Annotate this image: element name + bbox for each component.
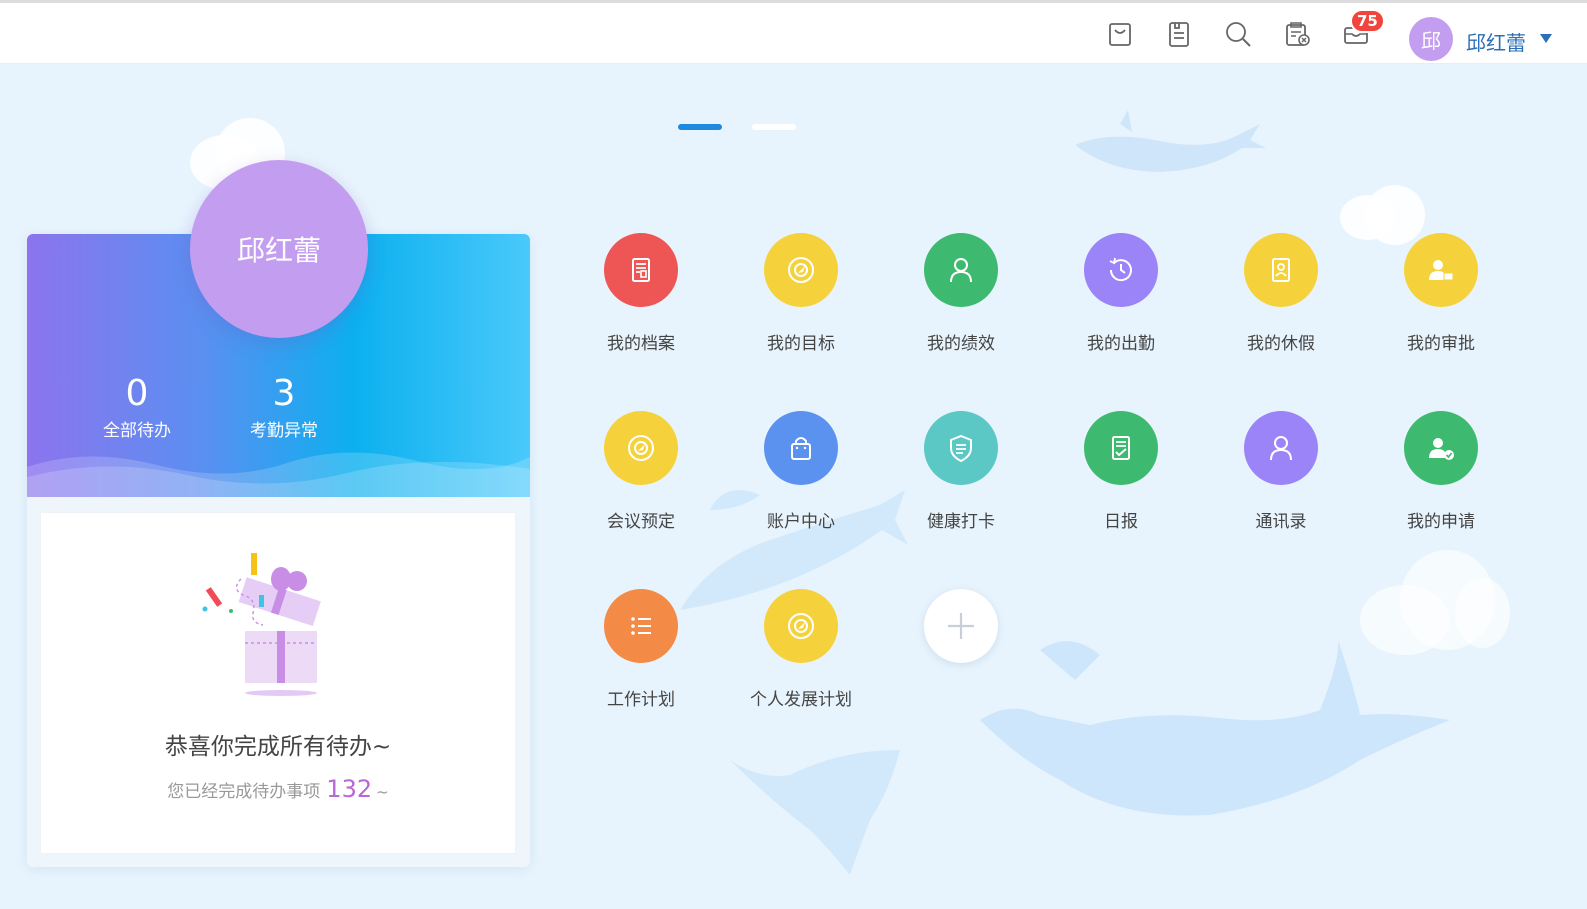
app-label: 我的出勤 [1087,334,1155,354]
app-item[interactable]: 个人发展计划 [721,589,881,710]
whale-illustration [730,750,900,875]
app-label: 会议预定 [607,512,675,532]
app-label: 我的档案 [607,334,675,354]
completed-todos-prefix: 您已经完成待办事项 [167,782,321,802]
health-shield-icon [924,411,998,485]
user-approval-icon [1404,233,1478,307]
app-label: 健康打卡 [927,512,995,532]
wave-decoration [27,452,530,497]
daily-report-icon [1084,411,1158,485]
user-avatar[interactable]: 邱 [1409,17,1453,61]
app-label: 个人发展计划 [750,690,852,710]
search-icon[interactable] [1222,16,1254,52]
leave-document-icon [1244,233,1318,307]
plus-icon [924,589,998,663]
whale-illustration [1075,110,1266,172]
app-label: 我的休假 [1247,334,1315,354]
stat-all-todos-value: 0 [125,373,149,414]
app-item[interactable]: 我的目标 [721,233,881,354]
app-item[interactable]: 账户中心 [721,411,881,532]
gift-box-illustration [202,553,321,696]
completed-todos-count: 132 [326,775,373,803]
app-item[interactable]: 我的出勤 [1041,233,1201,354]
app-label: 账户中心 [767,512,835,532]
app-item[interactable]: 我的申请 [1361,411,1521,532]
add-app-button[interactable] [881,589,1041,663]
chevron-down-icon[interactable] [1540,34,1552,43]
app-item[interactable]: 日报 [1041,411,1201,532]
app-item[interactable]: 健康打卡 [881,411,1041,532]
user-check-icon [1404,411,1478,485]
shopping-bag-icon[interactable] [1104,16,1136,52]
approval-icon[interactable] [1281,16,1313,52]
mail-badge: 75 [1350,9,1385,33]
clock-history-icon [1084,233,1158,307]
target-icon [764,233,838,307]
stat-all-todos[interactable]: 0 全部待办 [87,373,187,442]
stat-attendance-abnormal[interactable]: 3 考勤异常 [234,373,334,442]
app-item[interactable]: 我的休假 [1201,233,1361,354]
meeting-target-icon [604,411,678,485]
congrats-message: 恭喜你完成所有待办~ [164,734,392,760]
stat-all-todos-label: 全部待办 [103,421,171,441]
app-item[interactable]: 我的审批 [1361,233,1521,354]
stat-attendance-abnormal-value: 3 [272,373,296,414]
app-label: 日报 [1104,512,1138,532]
completed-todos-suffix: ~ [376,783,389,801]
whale-illustration [980,640,1450,816]
app-item[interactable]: 通讯录 [1201,411,1361,532]
completed-todos-line: 您已经完成待办事项 132 ~ [41,775,515,803]
app-label: 通讯录 [1255,512,1307,532]
top-navigation-bar: 75 邱 邱红蕾 [0,0,1587,64]
archive-icon [604,233,678,307]
todo-summary-panel: 恭喜你完成所有待办~ 您已经完成待办事项 132 ~ [41,513,515,853]
development-target-icon [764,589,838,663]
document-icon[interactable] [1163,16,1195,52]
person-icon [924,233,998,307]
bag-icon [764,411,838,485]
profile-avatar[interactable]: 邱红蕾 [190,160,368,338]
app-label: 我的申请 [1407,512,1475,532]
carousel-dot-1[interactable] [678,124,722,130]
cloud-decoration [1455,578,1510,648]
app-label: 我的目标 [767,334,835,354]
app-label: 我的审批 [1407,334,1475,354]
carousel-dot-2[interactable] [752,124,796,130]
user-name[interactable]: 邱红蕾 [1466,27,1526,56]
app-label: 我的绩效 [927,334,995,354]
app-item[interactable]: 工作计划 [561,589,721,710]
app-label: 工作计划 [607,690,675,710]
app-item[interactable]: 我的绩效 [881,233,1041,354]
list-icon [604,589,678,663]
app-item[interactable]: 会议预定 [561,411,721,532]
app-item[interactable]: 我的档案 [561,233,721,354]
contacts-icon [1244,411,1318,485]
stat-attendance-abnormal-label: 考勤异常 [250,421,318,441]
